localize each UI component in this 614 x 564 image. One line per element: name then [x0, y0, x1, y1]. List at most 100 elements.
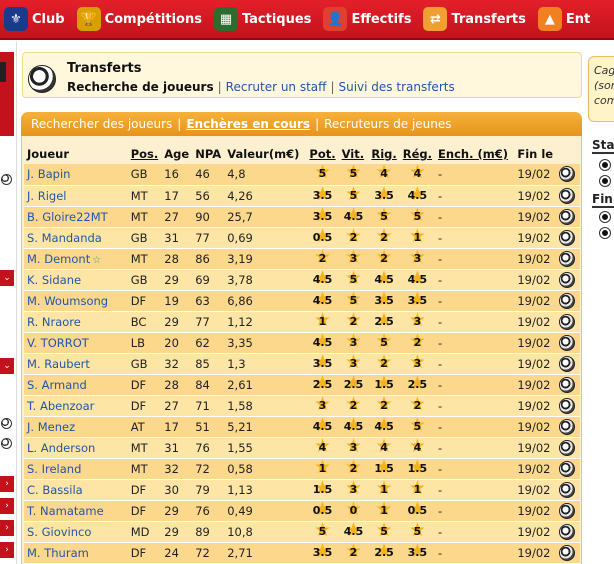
tactics-board-icon: ▦ [213, 7, 238, 31]
chevron-right-icon[interactable]: › [0, 542, 14, 558]
tab-youth-scouts[interactable]: Recruteurs de jeunes [324, 117, 451, 131]
nav-item-club[interactable]: ⚜ Club [0, 0, 73, 39]
cell-npa: 62 [192, 332, 225, 354]
rating-star-icon: 3 [342, 332, 364, 352]
cell-bid: - [435, 374, 515, 396]
bid-ball-icon[interactable] [559, 166, 576, 183]
ball-icon [600, 228, 610, 238]
bid-ball-icon[interactable] [559, 355, 576, 372]
tab-search-players[interactable]: Rechercher des joueurs [31, 117, 172, 131]
cell-rigor: 5 [368, 521, 400, 543]
nav-item-effectifs[interactable]: 👤 Effectifs [319, 0, 419, 39]
player-name-link[interactable]: J. Rigel [24, 185, 128, 207]
bid-ball-icon[interactable] [559, 397, 576, 414]
bid-ball-icon[interactable] [559, 271, 576, 288]
player-name-link[interactable]: V. TORROT [24, 332, 128, 354]
col-npa[interactable]: NPA [192, 144, 224, 164]
player-name-link[interactable]: J. Bapin [24, 164, 128, 186]
rating-star-icon: 3 [406, 248, 428, 268]
table-row: M. RaubertGB32851,33.5323-19/02 [24, 353, 580, 375]
bid-ball-icon[interactable] [559, 460, 576, 477]
cell-potential: 3.5 [306, 185, 339, 207]
player-name-link[interactable]: T. Abenzoar [24, 395, 128, 417]
chevron-down-icon[interactable]: ⌄ [0, 270, 14, 286]
col-end-date[interactable]: Fin le [514, 144, 556, 164]
nav-item-tactiques[interactable]: ▦ Tactiques [210, 0, 319, 39]
rating-star-icon: 1.5 [373, 458, 395, 478]
favorite-star-icon[interactable]: ☆ [92, 255, 101, 266]
chevron-right-icon[interactable]: › [0, 520, 14, 536]
player-name-link[interactable]: K. Sidane [24, 269, 128, 291]
col-position[interactable]: Pos. [128, 144, 162, 164]
auction-table: Joueur Pos. Age NPA Valeur(m€) Pot. Vit.… [24, 144, 580, 564]
rating-star-icon: 3 [342, 437, 364, 457]
right-panel: Cag (son com Sta Fin [586, 52, 614, 564]
cell-npa: 76 [192, 437, 225, 459]
bid-ball-icon[interactable] [559, 502, 576, 519]
player-name-link[interactable]: L. Anderson [24, 437, 128, 459]
player-name-link[interactable]: C. Bassila [24, 479, 128, 501]
cell-rigor: 4 [368, 437, 400, 459]
player-name-link[interactable]: M. Demont ☆ [24, 248, 128, 270]
cell-position: MD [127, 521, 162, 543]
bid-ball-icon[interactable] [559, 418, 576, 435]
cell-npa: 86 [192, 248, 225, 270]
cell-rigor: 2.5 [368, 542, 400, 564]
player-name-link[interactable]: M. Raubert [24, 353, 128, 375]
col-value[interactable]: Valeur(m€) [224, 144, 306, 164]
bid-ball-icon[interactable] [559, 523, 576, 540]
chevron-right-icon[interactable]: › [0, 498, 14, 514]
bid-ball-icon[interactable] [559, 334, 576, 351]
rating-star-icon: 0 [342, 500, 364, 520]
player-name-link[interactable]: S. Ireland [24, 458, 128, 480]
player-name-link[interactable]: S. Giovinco [24, 521, 128, 543]
cell-npa: 90 [192, 206, 225, 228]
rating-star-icon: 3.5 [312, 206, 334, 226]
cell-bid: - [435, 269, 515, 291]
cell-regularity: 4 [399, 163, 436, 186]
bid-ball-icon[interactable] [559, 187, 576, 204]
rating-star-icon: 0.5 [406, 500, 428, 520]
bid-ball-icon[interactable] [559, 208, 576, 225]
cell-rigor: 3.5 [368, 185, 400, 207]
player-name-link[interactable]: S. Mandanda [24, 227, 128, 249]
bid-ball-icon[interactable] [559, 313, 576, 330]
cell-position: AT [127, 416, 162, 438]
bid-ball-icon[interactable] [559, 481, 576, 498]
chevron-right-icon[interactable]: › [0, 476, 14, 492]
col-age[interactable]: Age [161, 144, 192, 164]
bid-ball-icon[interactable] [559, 544, 576, 561]
rating-star-icon: 2 [373, 353, 395, 373]
col-player[interactable]: Joueur [24, 144, 128, 164]
rating-star-icon: 5 [406, 521, 428, 541]
rating-star-icon: 1.5 [373, 374, 395, 394]
nav-item-ent[interactable]: ▲ Ent [534, 0, 598, 39]
recruit-staff-link[interactable]: Recruter un staff [226, 80, 327, 94]
rating-star-icon: 1 [312, 458, 334, 478]
player-name-link[interactable]: J. Menez [24, 416, 128, 438]
player-name-link[interactable]: B. Gloire22MT [24, 206, 128, 228]
player-name-link[interactable]: M. Woumsong [24, 290, 128, 312]
finance-title: Fin [592, 192, 614, 208]
bid-ball-icon[interactable] [559, 439, 576, 456]
tab-auctions[interactable]: Enchères en cours [186, 117, 310, 131]
cell-end-date: 19/02 [514, 479, 557, 501]
rating-star-icon: 2.5 [342, 374, 364, 394]
bid-ball-icon[interactable] [559, 292, 576, 309]
bid-ball-icon[interactable] [559, 250, 576, 267]
chevron-down-icon[interactable]: ⌄ [0, 358, 14, 374]
col-bid[interactable]: Ench. (m€) [435, 144, 514, 164]
cell-rigor: 2 [368, 248, 400, 270]
nav-item-competitions[interactable]: 🏆 Compétitions [73, 0, 210, 39]
club-crest-icon: ⚜ [4, 7, 28, 31]
rating-star-icon: 3.5 [406, 290, 428, 310]
player-name-link[interactable]: T. Namatame [24, 500, 128, 522]
player-name-link[interactable]: S. Armand [24, 374, 128, 396]
player-name-link[interactable]: R. Nraore [24, 311, 128, 333]
rating-star-icon: 3 [406, 353, 428, 373]
transfer-tracking-link[interactable]: Suivi des transferts [338, 80, 454, 94]
player-name-link[interactable]: M. Thuram [24, 542, 128, 564]
nav-item-transferts[interactable]: ⇄ Transferts [419, 0, 533, 39]
bid-ball-icon[interactable] [559, 229, 576, 246]
bid-ball-icon[interactable] [559, 376, 576, 393]
